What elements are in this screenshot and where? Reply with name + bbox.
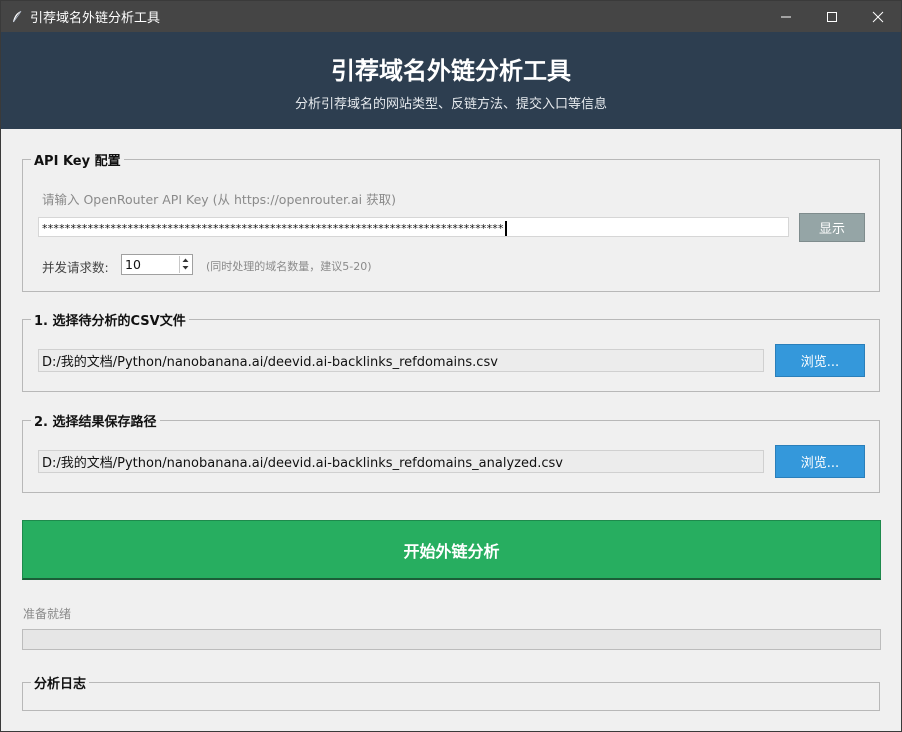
spin-down-icon[interactable] — [180, 264, 191, 272]
concurrency-hint: (同时处理的域名数量，建议5-20) — [206, 260, 372, 273]
close-icon — [872, 11, 884, 22]
progress-bar — [22, 629, 881, 650]
maximize-icon — [827, 11, 837, 22]
concurrency-spinbox[interactable]: 10 — [121, 254, 193, 275]
save-browse-button[interactable]: 浏览... — [775, 445, 865, 478]
log-group: 分析日志 — [22, 673, 880, 711]
page-title: 引荐域名外链分析工具 — [331, 57, 571, 85]
start-analysis-button[interactable]: 开始外链分析 — [22, 520, 881, 580]
csv-file-legend: 1. 选择待分析的CSV文件 — [31, 310, 189, 329]
show-key-button[interactable]: 显示 — [799, 213, 865, 242]
concurrency-value: 10 — [125, 257, 141, 272]
status-text: 准备就绪 — [23, 607, 72, 621]
save-path-input[interactable]: D:/我的文档/Python/nanobanana.ai/deevid.ai-b… — [38, 450, 764, 473]
concurrency-label: 并发请求数: — [42, 260, 109, 275]
spin-arrows[interactable] — [179, 256, 191, 273]
minimize-icon — [781, 16, 791, 17]
api-key-input[interactable]: ****************************************… — [38, 217, 789, 237]
csv-browse-button[interactable]: 浏览... — [775, 344, 865, 377]
api-key-legend: API Key 配置 — [31, 150, 124, 169]
title-bar: 引荐域名外链分析工具 — [1, 1, 901, 32]
text-caret — [504, 221, 507, 236]
header-banner: 引荐域名外链分析工具 分析引荐域名的网站类型、反链方法、提交入口等信息 — [1, 32, 901, 129]
api-key-value: ****************************************… — [42, 222, 504, 235]
close-button[interactable] — [855, 1, 901, 32]
api-key-hint: 请输入 OpenRouter API Key (从 https://openro… — [42, 192, 396, 207]
app-window: 引荐域名外链分析工具 引荐域名外链分析工具 分析引荐域名的网站类型、反链方法、提… — [0, 0, 902, 732]
window-title: 引荐域名外链分析工具 — [30, 11, 161, 26]
save-path-legend: 2. 选择结果保存路径 — [31, 411, 160, 430]
page-subtitle: 分析引荐域名的网站类型、反链方法、提交入口等信息 — [294, 97, 607, 112]
window-controls — [763, 1, 901, 32]
maximize-button[interactable] — [809, 1, 855, 32]
feather-icon — [13, 10, 22, 22]
spin-up-icon[interactable] — [180, 256, 191, 264]
csv-path-input[interactable]: D:/我的文档/Python/nanobanana.ai/deevid.ai-b… — [38, 349, 764, 372]
log-legend: 分析日志 — [31, 673, 90, 692]
minimize-button[interactable] — [763, 1, 809, 32]
